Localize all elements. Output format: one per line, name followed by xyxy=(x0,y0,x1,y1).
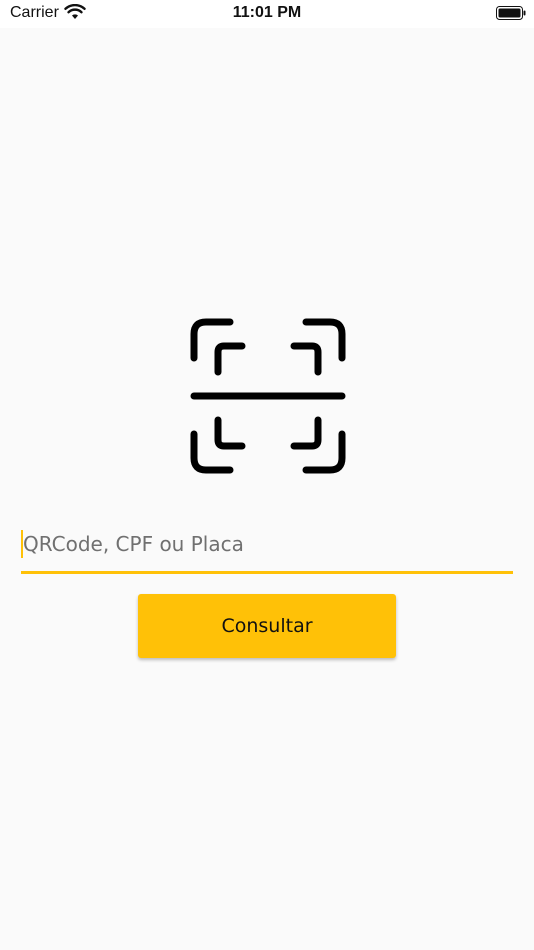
search-input[interactable] xyxy=(21,526,513,562)
input-underline xyxy=(21,571,513,574)
battery-icon xyxy=(496,6,526,20)
consult-button[interactable]: Consultar xyxy=(138,594,396,658)
qr-scan-icon xyxy=(190,318,346,474)
status-time: 11:01 PM xyxy=(232,4,302,21)
text-caret xyxy=(21,530,23,558)
status-bar: Carrier 11:01 PM xyxy=(0,0,534,28)
search-field[interactable] xyxy=(21,526,513,574)
